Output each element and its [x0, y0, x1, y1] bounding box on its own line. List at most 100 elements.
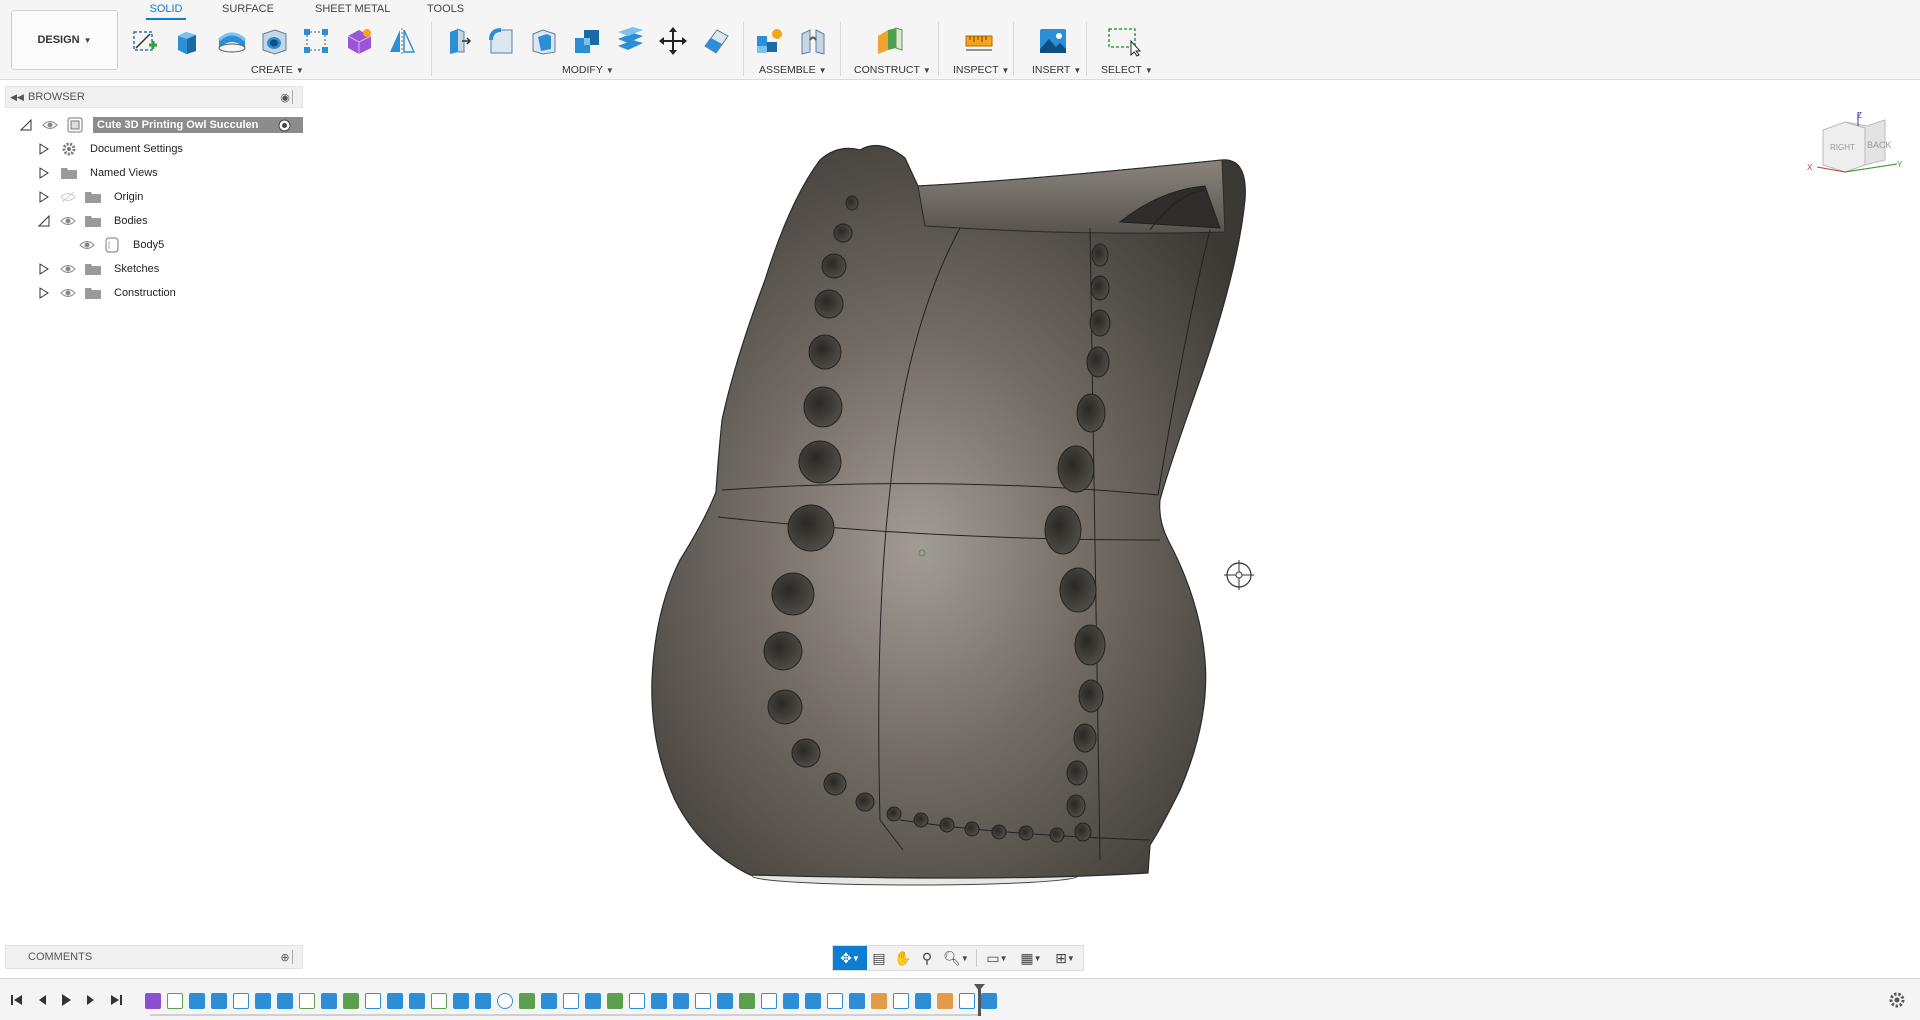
timeline-feature-icon[interactable] [849, 993, 865, 1009]
measure-icon[interactable] [962, 24, 996, 58]
view-cube[interactable]: RIGHT BACK X Y Z [1805, 110, 1905, 180]
pin-icon[interactable]: ◉ [278, 91, 292, 104]
orbit-button[interactable]: ✥ ▼ [833, 946, 867, 970]
timeline-feature-icon[interactable] [959, 993, 975, 1009]
add-comment-icon[interactable]: ⊕ [278, 951, 292, 964]
timeline-feature-icon[interactable] [453, 993, 469, 1009]
canvas-viewport[interactable]: RIGHT BACK X Y Z [0, 80, 1920, 940]
timeline-feature-icon[interactable] [915, 993, 931, 1009]
panel-resize-handle[interactable] [292, 950, 300, 964]
eye-hidden-icon[interactable] [60, 191, 76, 203]
timeline-feature-icon[interactable] [871, 993, 887, 1009]
offset-plane-icon[interactable] [872, 24, 906, 58]
browser-item-body5[interactable]: Body5 [0, 234, 300, 256]
browser-item-origin[interactable]: Origin [0, 186, 300, 208]
timeline-feature-icon[interactable] [343, 993, 359, 1009]
expanded-triangle-icon[interactable] [20, 119, 32, 131]
tab-tools[interactable]: TOOLS [427, 0, 464, 20]
look-at-button[interactable]: ▤ [867, 946, 891, 970]
pan-button[interactable]: ✋ [891, 946, 915, 970]
tab-solid[interactable]: SOLID [146, 0, 186, 20]
timeline-feature-icon[interactable] [783, 993, 799, 1009]
step-forward-button[interactable] [82, 991, 100, 1009]
combine-icon[interactable] [570, 24, 604, 58]
timeline-feature-icon[interactable] [827, 993, 843, 1009]
timeline-feature-icon[interactable] [255, 993, 271, 1009]
timeline-feature-icon[interactable] [629, 993, 645, 1009]
select-window-icon[interactable] [1107, 24, 1141, 58]
joint-icon[interactable] [796, 24, 830, 58]
timeline-feature-icon[interactable] [299, 993, 315, 1009]
split-face-icon[interactable] [699, 24, 733, 58]
fillet-icon[interactable] [484, 24, 518, 58]
eye-icon[interactable] [79, 239, 95, 251]
timeline-feature-icon[interactable] [497, 993, 513, 1009]
create-menu[interactable]: CREATE ▼ [251, 64, 304, 76]
timeline-feature-icon[interactable] [563, 993, 579, 1009]
owl-planter-model[interactable] [651, 144, 1246, 886]
tab-surface[interactable]: SURFACE [222, 0, 274, 20]
browser-root-row[interactable]: Cute 3D Printing Owl Succulen [0, 114, 303, 136]
display-settings-button[interactable]: ▭ ▼ [980, 946, 1014, 970]
move-icon[interactable] [656, 24, 690, 58]
timeline-feature-icon[interactable] [981, 993, 997, 1009]
timeline-feature-icon[interactable] [893, 993, 909, 1009]
browser-item-document-settings[interactable]: Document Settings [0, 138, 300, 160]
grid-settings-button[interactable]: ▦ ▼ [1014, 946, 1048, 970]
timeline-feature-icon[interactable] [409, 993, 425, 1009]
press-pull-icon[interactable] [440, 24, 474, 58]
collapsed-triangle-icon[interactable] [38, 263, 50, 275]
browser-item-bodies[interactable]: Bodies [0, 210, 300, 232]
select-menu[interactable]: SELECT ▼ [1101, 64, 1153, 76]
fit-button[interactable]: 🔍︎ ▼ [939, 946, 973, 970]
eye-icon[interactable] [60, 287, 76, 299]
tab-sheet-metal[interactable]: SHEET METAL [315, 0, 390, 20]
timeline-feature-icon[interactable] [277, 993, 293, 1009]
extrude-icon[interactable] [170, 24, 204, 58]
timeline-feature-icon[interactable] [651, 993, 667, 1009]
eye-icon[interactable] [42, 119, 58, 131]
zoom-button[interactable]: ⚲ [915, 946, 939, 970]
timeline-feature-icon[interactable] [387, 993, 403, 1009]
timeline-feature-icon[interactable] [365, 993, 381, 1009]
timeline-marker[interactable] [974, 984, 985, 1016]
collapsed-triangle-icon[interactable] [38, 167, 50, 179]
hole-icon[interactable] [257, 24, 291, 58]
form-icon[interactable] [342, 24, 376, 58]
timeline-feature-icon[interactable] [585, 993, 601, 1009]
insert-menu[interactable]: INSERT ▼ [1032, 64, 1081, 76]
timeline-feature-icon[interactable] [673, 993, 689, 1009]
browser-item-named-views[interactable]: Named Views [0, 162, 300, 184]
create-sketch-icon[interactable] [128, 24, 162, 58]
panel-resize-handle[interactable] [292, 90, 300, 104]
timeline-feature-icon[interactable] [937, 993, 953, 1009]
activate-radio-icon[interactable] [278, 119, 291, 132]
timeline-feature-icon[interactable] [431, 993, 447, 1009]
go-to-end-button[interactable] [107, 991, 125, 1009]
timeline-feature-icon[interactable] [211, 993, 227, 1009]
timeline-feature-icon[interactable] [695, 993, 711, 1009]
new-component-icon[interactable] [752, 24, 786, 58]
timeline-feature-icon[interactable] [145, 993, 161, 1009]
browser-item-sketches[interactable]: Sketches [0, 258, 300, 280]
workspace-switcher-button[interactable]: DESIGN ▼ [11, 10, 118, 70]
timeline-settings-gear-icon[interactable] [1888, 991, 1906, 1009]
timeline-feature-icon[interactable] [607, 993, 623, 1009]
mirror-icon[interactable] [385, 24, 419, 58]
timeline-feature-icon[interactable] [717, 993, 733, 1009]
assemble-menu[interactable]: ASSEMBLE ▼ [759, 64, 827, 76]
timeline-feature-icon[interactable] [475, 993, 491, 1009]
expanded-triangle-icon[interactable] [38, 215, 50, 227]
timeline-feature-icon[interactable] [805, 993, 821, 1009]
shell-icon[interactable] [527, 24, 561, 58]
rectangular-pattern-icon[interactable] [299, 24, 333, 58]
collapse-panel-icon[interactable]: ◀◀ [6, 92, 28, 103]
timeline-feature-icon[interactable] [189, 993, 205, 1009]
timeline-feature-icon[interactable] [519, 993, 535, 1009]
timeline-feature-icon[interactable] [541, 993, 557, 1009]
collapsed-triangle-icon[interactable] [38, 191, 50, 203]
construct-menu[interactable]: CONSTRUCT ▼ [854, 64, 931, 76]
offset-face-icon[interactable] [613, 24, 647, 58]
timeline-feature-icon[interactable] [321, 993, 337, 1009]
collapsed-triangle-icon[interactable] [38, 287, 50, 299]
